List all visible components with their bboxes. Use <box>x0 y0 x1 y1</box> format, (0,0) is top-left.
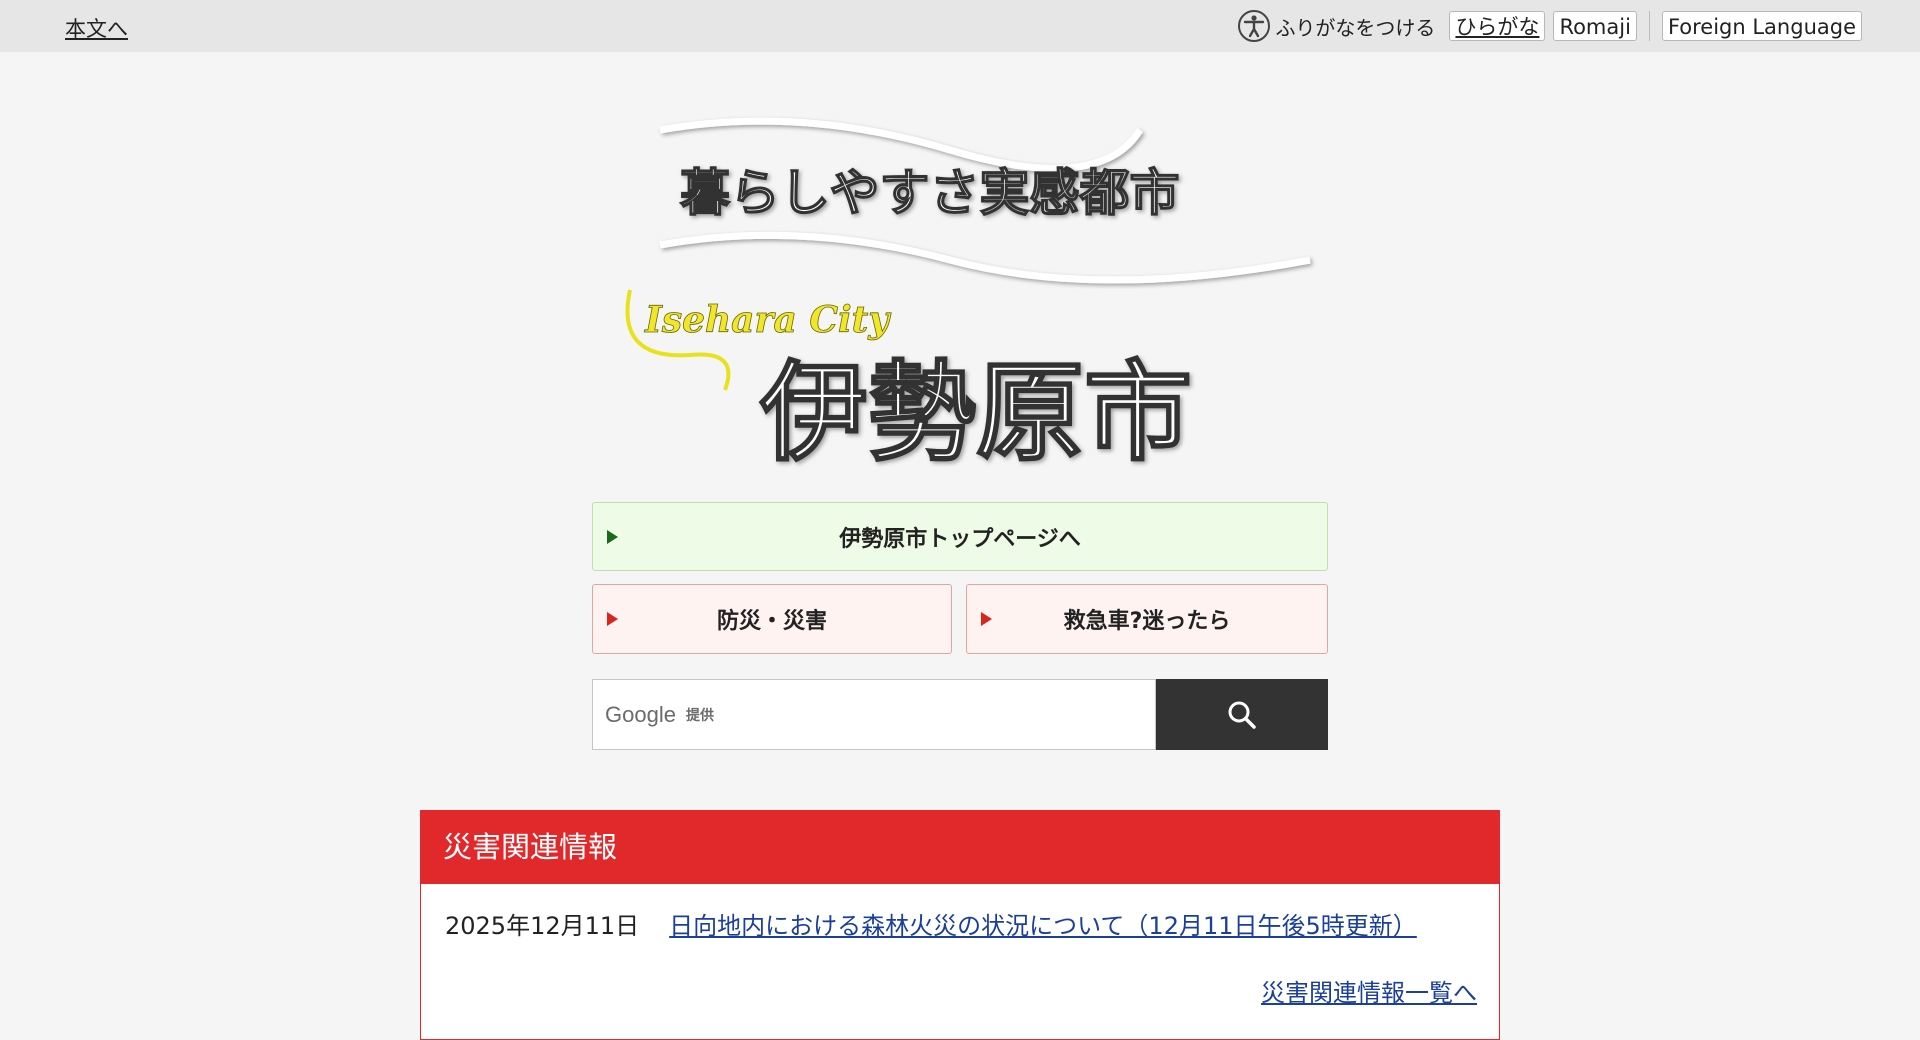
furigana-toggle[interactable]: ふりがなをつける <box>1237 9 1435 43</box>
top-page-button[interactable]: 伊勢原市トップページへ <box>592 502 1328 571</box>
site-search: Google 提供 <box>592 679 1328 750</box>
google-brand-sub: 提供 <box>685 707 714 724</box>
disaster-prevention-label: 防災・災害 <box>716 609 827 634</box>
language-tools: ふりがなをつける ひらがな Romaji Foreign Language <box>1237 10 1862 42</box>
search-icon <box>1228 701 1256 729</box>
arrow-right-icon <box>607 529 618 544</box>
arrow-right-icon <box>981 612 992 626</box>
top-bar: 本文へ ふりがなをつける ひらがな Romaji Foreign Languag… <box>0 0 1920 52</box>
search-button[interactable] <box>1156 679 1328 750</box>
ambulance-guide-label: 救急車?迷ったら <box>1063 609 1231 634</box>
ambulance-guide-button[interactable]: 救急車?迷ったら <box>966 584 1328 654</box>
top-page-label: 伊勢原市トップページへ <box>839 526 1081 552</box>
skip-to-content-link[interactable]: 本文へ <box>65 13 128 43</box>
logo-english: Isehara City <box>644 299 891 341</box>
accessibility-icon <box>1238 10 1271 42</box>
logo-city-name: 伊勢原市 <box>759 350 1192 476</box>
news-date: 2025年12月11日 <box>445 912 640 940</box>
disaster-info-panel: 災害関連情報 2025年12月11日 日向地内における森林火災の状況について（1… <box>420 810 1500 1040</box>
romaji-button[interactable]: Romaji <box>1553 11 1637 41</box>
isehara-city-logo[interactable]: 暮らしやすさ実感都市 Isehara City 伊勢原市 <box>600 110 1330 480</box>
search-input[interactable]: Google 提供 <box>592 679 1156 750</box>
arrow-right-icon <box>607 612 618 626</box>
news-link[interactable]: 日向地内における森林火災の状況について（12月11日午後5時更新） <box>669 906 1417 941</box>
google-brand: Google <box>605 701 676 727</box>
logo-tagline: 暮らしやすさ実感都市 <box>680 163 1180 222</box>
disaster-prevention-button[interactable]: 防災・災害 <box>592 584 952 654</box>
list-item: 2025年12月11日 日向地内における森林火災の状況について（12月11日午後… <box>445 906 1417 941</box>
divider <box>1648 11 1650 41</box>
disaster-info-list-link[interactable]: 災害関連情報一覧へ <box>1261 973 1477 1008</box>
disaster-info-heading: 災害関連情報 <box>421 811 1499 884</box>
hiragana-button[interactable]: ひらがな <box>1449 11 1546 41</box>
foreign-language-button[interactable]: Foreign Language <box>1661 11 1862 41</box>
furigana-label: ふりがなをつける <box>1275 15 1436 40</box>
